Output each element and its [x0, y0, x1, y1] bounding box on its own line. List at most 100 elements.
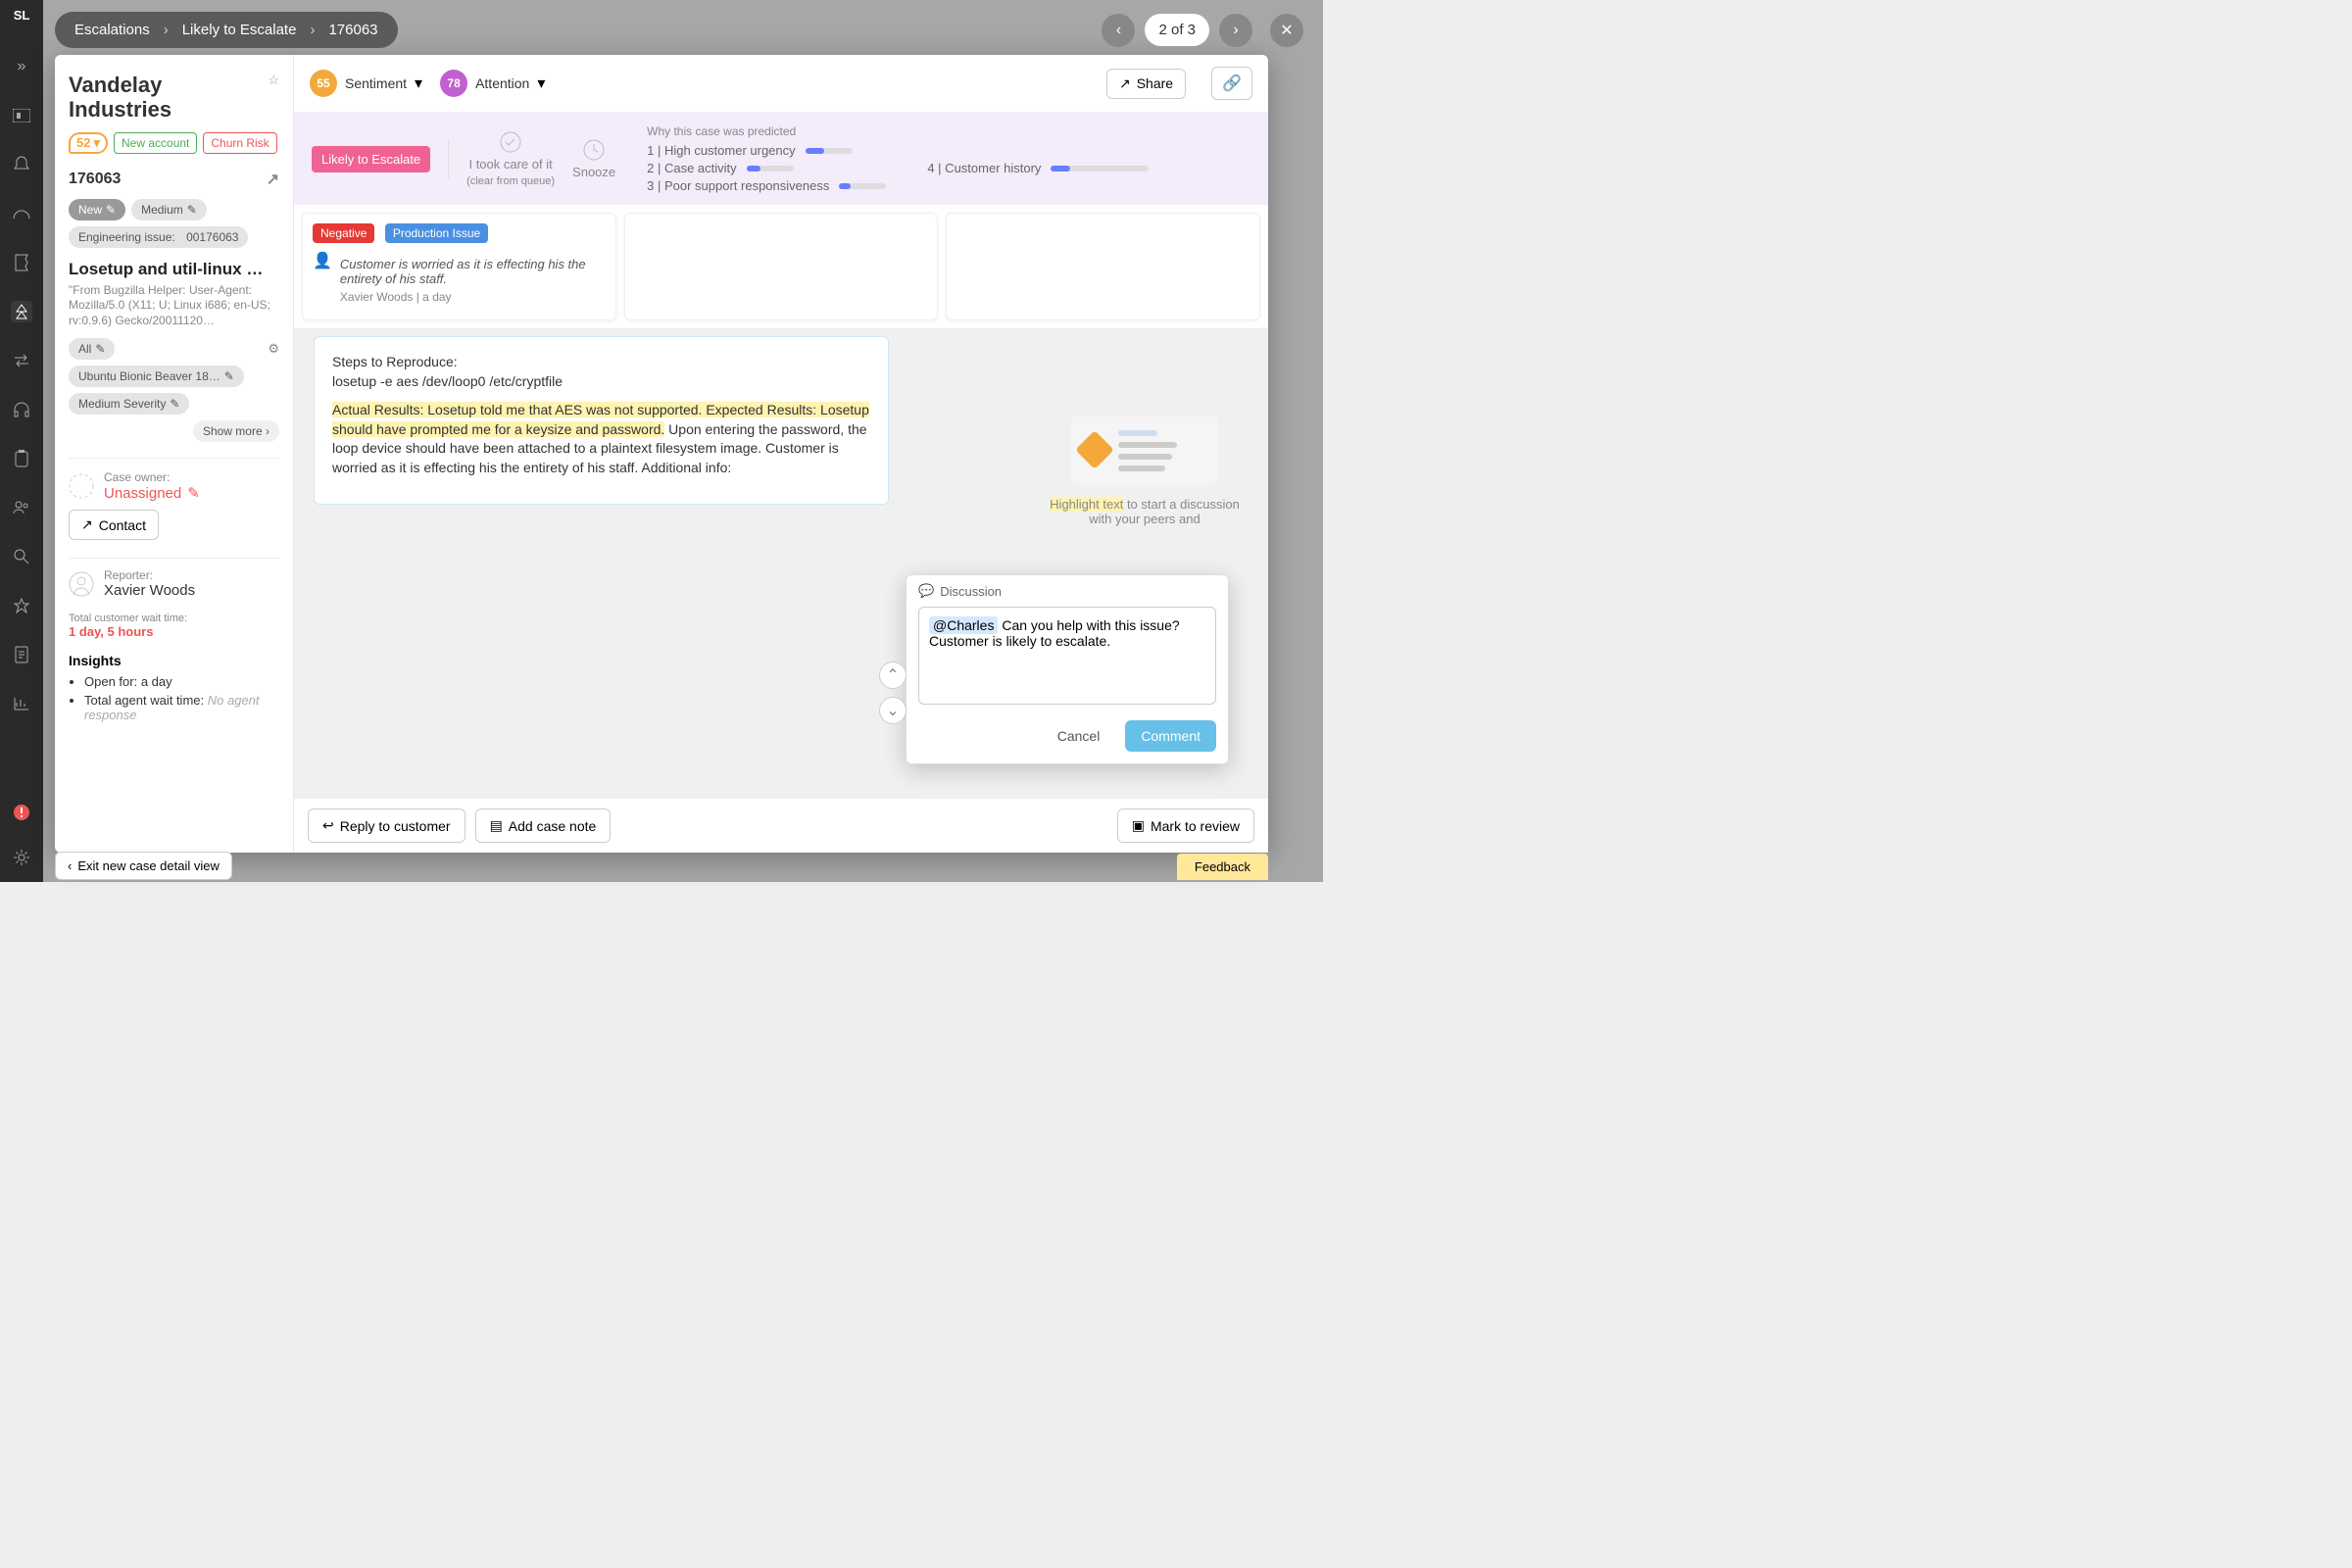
case-id: 176063 — [69, 171, 121, 188]
signal-card[interactable]: Negative Production Issue 👤 Customer is … — [302, 213, 616, 320]
status-tag[interactable]: New ✎ — [69, 199, 125, 220]
star-icon[interactable]: ☆ — [268, 73, 279, 88]
external-link-icon[interactable]: ↗ — [267, 170, 279, 189]
sentiment-score[interactable]: 55 Sentiment ▾ — [310, 70, 422, 97]
insights: Insights Open for: a day Total agent wai… — [69, 653, 279, 726]
note-icon: ▤ — [490, 817, 503, 834]
prediction-band: Likely to Escalate I took care of it (cl… — [294, 113, 1268, 205]
clock-icon — [583, 139, 605, 161]
nav-doc-icon[interactable] — [11, 644, 32, 665]
case-summary-panel: Vandelay Industries ☆ 52 ▾ New account C… — [55, 55, 294, 853]
chevron-down-icon: ▾ — [537, 74, 545, 93]
chip-all[interactable]: All ✎ — [69, 338, 115, 360]
pager-count: 2 of 3 — [1145, 14, 1209, 46]
exit-bar: ‹ Exit new case detail view — [55, 852, 232, 880]
mention-chip: @Charles — [929, 616, 998, 634]
nav-people-icon[interactable] — [11, 497, 32, 518]
crumb-filter[interactable]: Likely to Escalate — [182, 22, 297, 38]
nav-gauge-icon[interactable] — [11, 203, 32, 224]
discussion-illustration — [1071, 416, 1218, 485]
pager-next-button[interactable]: › — [1219, 14, 1252, 47]
person-icon: 👤 — [313, 251, 332, 304]
reply-icon: ↩ — [322, 817, 334, 834]
pencil-icon: ✎ — [187, 203, 197, 217]
nav-ticket-icon[interactable] — [11, 252, 32, 273]
pencil-icon: ✎ — [170, 397, 179, 411]
chip-os[interactable]: Ubuntu Bionic Beaver 18… ✎ — [69, 366, 244, 387]
share-icon: ↗ — [1119, 75, 1131, 92]
case-main: 55 Sentiment ▾ 78 Attention ▾ ↗Share 🔗 L… — [294, 55, 1268, 853]
app-logo: SL — [14, 8, 30, 23]
case-description: "From Bugzilla Helper: User-Agent: Mozil… — [69, 283, 279, 329]
nav-settings-icon[interactable] — [11, 847, 32, 868]
nav-chart-icon[interactable] — [11, 693, 32, 714]
discussion-empty-state: Highlight text to start a discussion wit… — [1037, 416, 1252, 526]
contact-icon: ↗ — [81, 516, 93, 533]
topbar: Escalations › Likely to Escalate › 17606… — [55, 12, 1303, 48]
exit-button[interactable]: ‹ Exit new case detail view — [55, 852, 232, 880]
pencil-icon: ✎ — [95, 342, 105, 356]
nav-escalate-icon[interactable] — [11, 301, 32, 322]
nav-headset-icon[interactable] — [11, 399, 32, 420]
discussion-prev[interactable]: ⌃ — [879, 662, 906, 689]
discussion-next[interactable]: ⌄ — [879, 697, 906, 724]
chevron-right-icon: › — [164, 22, 169, 38]
likely-to-escalate-badge: Likely to Escalate — [312, 146, 430, 172]
copy-link-button[interactable]: 🔗 — [1211, 67, 1252, 100]
case-reporter: Reporter: Xavier Woods — [69, 558, 279, 599]
nav-dashboard-icon[interactable] — [11, 105, 32, 126]
feedback-button[interactable]: Feedback — [1177, 854, 1268, 880]
settings-icon[interactable]: ⚙ — [268, 341, 279, 357]
signal-cards: Negative Production Issue 👤 Customer is … — [294, 205, 1268, 328]
chat-icon: 💬 — [918, 583, 934, 599]
crumb-case[interactable]: 176063 — [328, 22, 377, 38]
chip-severity[interactable]: Medium Severity ✎ — [69, 393, 189, 415]
priority-tag[interactable]: Medium ✎ — [131, 199, 207, 220]
badge-churn-risk: Churn Risk — [203, 132, 276, 154]
chevron-right-icon: › — [310, 22, 315, 38]
pencil-icon: ✎ — [106, 203, 116, 217]
score-header: 55 Sentiment ▾ 78 Attention ▾ ↗Share 🔗 — [294, 55, 1268, 113]
nav-clipboard-icon[interactable] — [11, 448, 32, 469]
reply-button[interactable]: ↩Reply to customer — [308, 808, 466, 843]
discussion-input[interactable]: @Charles Can you help with this issue? C… — [918, 607, 1216, 705]
signal-quote: Customer is worried as it is effecting h… — [340, 257, 606, 286]
left-nav-rail: SL » — [0, 0, 43, 882]
bookmark-icon: ▣ — [1132, 817, 1145, 834]
action-bar: ↩Reply to customer ▤Add case note ▣Mark … — [294, 798, 1268, 853]
check-circle-icon — [500, 131, 521, 153]
discussion-popover: ⌃ ⌄ 💬Discussion @Charles Can you help wi… — [906, 574, 1229, 764]
nav-expand-icon[interactable]: » — [11, 56, 32, 77]
share-button[interactable]: ↗Share — [1106, 69, 1186, 99]
nav-bell-icon[interactable] — [11, 154, 32, 175]
case-owner: Case owner: Unassigned ✎ ↗Contact — [69, 458, 279, 540]
comment-button[interactable]: Comment — [1125, 720, 1216, 752]
show-more-button[interactable]: Show more › — [193, 420, 279, 442]
nav-alert-icon[interactable] — [11, 802, 32, 823]
production-issue-badge: Production Issue — [385, 223, 488, 243]
pager: ‹ 2 of 3 › ✕ — [1102, 14, 1303, 47]
chevron-down-icon: ▾ — [415, 74, 422, 93]
breadcrumb: Escalations › Likely to Escalate › 17606… — [55, 12, 398, 48]
nav-star-icon[interactable] — [11, 595, 32, 616]
contact-button[interactable]: ↗Contact — [69, 510, 159, 540]
close-button[interactable]: ✕ — [1270, 14, 1303, 47]
mark-review-button[interactable]: ▣Mark to review — [1117, 808, 1254, 843]
customer-wait-time: Total customer wait time: 1 day, 5 hours — [69, 612, 279, 639]
nav-swap-icon[interactable] — [11, 350, 32, 371]
cancel-button[interactable]: Cancel — [1042, 720, 1116, 752]
crumb-root[interactable]: Escalations — [74, 22, 150, 38]
attention-score[interactable]: 78 Attention ▾ — [440, 70, 545, 97]
took-care-button[interactable]: I took care of it (clear from queue) — [466, 131, 555, 187]
owner-avatar-icon — [69, 473, 94, 499]
account-health-score[interactable]: 52 ▾ — [69, 132, 108, 154]
snooze-button[interactable]: Snooze — [572, 139, 615, 179]
pager-prev-button[interactable]: ‹ — [1102, 14, 1135, 47]
pencil-icon: ✎ — [224, 369, 234, 383]
add-note-button[interactable]: ▤Add case note — [475, 808, 612, 843]
signal-meta: Xavier Woods | a day — [340, 290, 606, 304]
negative-badge: Negative — [313, 223, 374, 243]
nav-search-icon[interactable] — [11, 546, 32, 567]
case-modal: Vandelay Industries ☆ 52 ▾ New account C… — [55, 55, 1268, 853]
pencil-icon[interactable]: ✎ — [187, 484, 200, 502]
